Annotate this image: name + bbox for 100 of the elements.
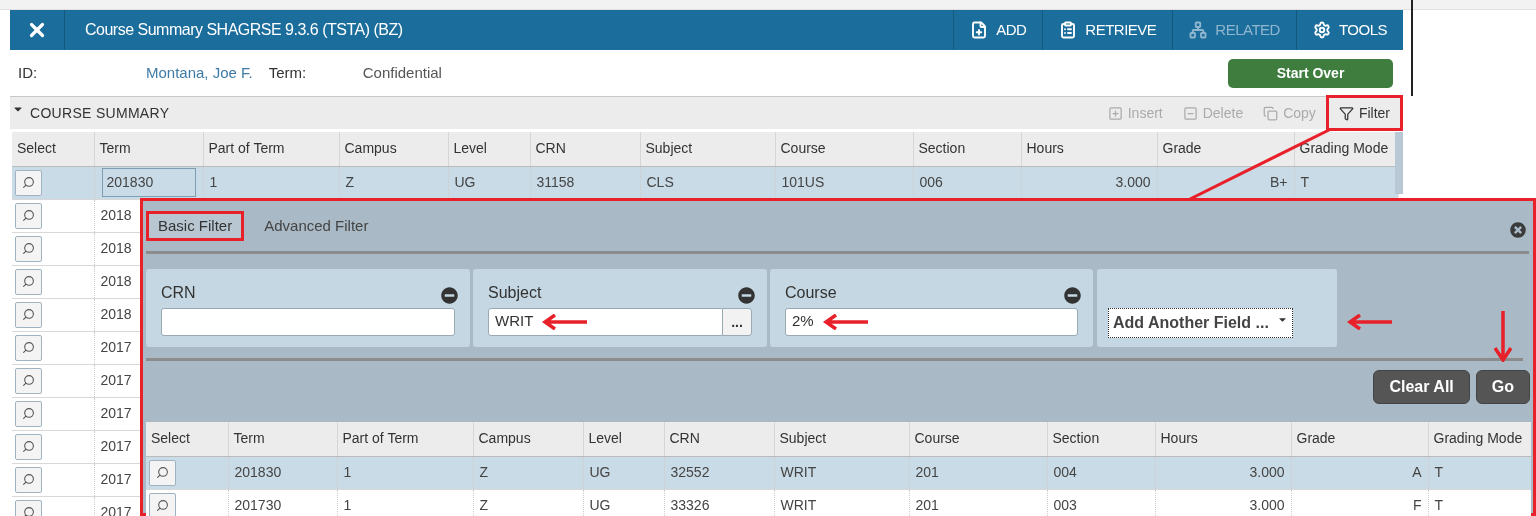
search-button[interactable]	[15, 301, 42, 328]
search-button[interactable]	[15, 202, 42, 229]
table-cell: 101US	[781, 174, 825, 190]
filter-action-button[interactable]: Go	[1475, 370, 1530, 404]
copy-icon	[1263, 105, 1279, 121]
column-header[interactable]: Subject	[774, 422, 909, 456]
section-action-button[interactable]: Filter	[1325, 95, 1403, 131]
table-cell: 003	[1053, 497, 1077, 513]
field-value: 2%	[792, 311, 814, 332]
table-cell: 33326	[670, 497, 710, 513]
table-cell: 201830	[234, 464, 282, 480]
search-icon	[22, 473, 35, 486]
table-cell: 3.000	[1115, 174, 1151, 190]
search-button[interactable]	[15, 367, 42, 394]
table-cell: Z	[479, 497, 489, 513]
start-over-button[interactable]: Start Over	[1228, 58, 1393, 88]
toolbar-button[interactable]: RETRIEVE	[1042, 10, 1173, 50]
table-cell: 2018	[100, 306, 132, 322]
field-value: WRIT	[495, 311, 534, 332]
close-icon[interactable]	[1510, 222, 1526, 238]
column-header[interactable]: CRN	[530, 132, 640, 166]
column-header[interactable]: Section	[1047, 422, 1155, 456]
column-header[interactable]: Level	[583, 422, 664, 456]
table-cell: WRIT	[780, 464, 817, 480]
filter-tab[interactable]: Basic Filter	[146, 211, 245, 241]
filter-tab[interactable]: Advanced Filter	[252, 211, 381, 241]
search-button[interactable]	[15, 433, 42, 460]
column-header[interactable]: Part of Term	[203, 132, 339, 166]
search-button[interactable]	[15, 169, 42, 196]
minus-square-icon	[1182, 105, 1198, 121]
table-cell: 1	[343, 464, 352, 480]
remove-field-icon[interactable]	[738, 287, 755, 304]
remove-field-icon[interactable]	[1064, 287, 1081, 304]
search-button[interactable]	[15, 268, 42, 295]
scrollbar[interactable]	[1394, 132, 1403, 194]
remove-field-icon[interactable]	[441, 287, 458, 304]
filter-input[interactable]: 2%	[785, 307, 1078, 336]
toolbar-button[interactable]: ADD	[953, 10, 1043, 50]
search-button[interactable]	[149, 492, 176, 516]
column-header[interactable]: Select	[146, 422, 228, 456]
column-header[interactable]: Grade	[1291, 422, 1428, 456]
add-field-dropdown[interactable]: Add Another Field ...	[1108, 307, 1293, 338]
table-cell: 32552	[670, 464, 710, 480]
table-cell: UG	[454, 174, 476, 190]
search-button[interactable]	[15, 400, 42, 427]
table-cell: 31158	[536, 174, 575, 190]
column-header[interactable]: Level	[448, 132, 530, 166]
search-button[interactable]	[15, 466, 42, 493]
search-icon	[22, 209, 35, 222]
search-icon	[22, 308, 35, 321]
field-label: Course	[785, 282, 837, 303]
table-cell: 201	[915, 497, 939, 513]
search-icon	[22, 176, 35, 189]
table-cell: 006	[919, 174, 943, 190]
table-cell: 201	[915, 464, 939, 480]
student-name-link[interactable]: Montana, Joe F.	[146, 61, 253, 85]
table-cell: T	[1434, 464, 1444, 480]
search-button[interactable]	[149, 459, 176, 486]
table-cell: 1	[343, 497, 352, 513]
table-cell: UG	[589, 464, 611, 480]
column-header[interactable]: Part of Term	[337, 422, 473, 456]
table-cell: 2017	[100, 405, 132, 421]
table-cell: A	[1412, 464, 1422, 480]
table-cell: F	[1412, 497, 1422, 513]
column-header[interactable]: Course	[909, 422, 1047, 456]
column-header[interactable]: Hours	[1021, 132, 1157, 166]
search-button[interactable]	[15, 334, 42, 361]
filter-action-button[interactable]: Clear All	[1373, 370, 1470, 404]
column-header[interactable]: Select	[12, 132, 94, 166]
plus-square-icon	[1107, 105, 1123, 121]
search-icon	[22, 407, 35, 420]
term-field[interactable]: 201830	[101, 168, 196, 197]
filter-input[interactable]	[161, 307, 455, 336]
window-title: Course Summary SHAGRSE 9.3.6 (TSTA) (BZ)	[85, 20, 404, 40]
column-header[interactable]: Grade	[1157, 132, 1294, 166]
toolbar-button[interactable]: TOOLS	[1295, 10, 1403, 50]
lookup-button[interactable]: ...	[722, 307, 752, 336]
section-title: COURSE SUMMARY	[30, 103, 170, 123]
file-plus-icon	[970, 21, 989, 39]
column-header[interactable]: Campus	[339, 132, 448, 166]
column-header[interactable]: Hours	[1155, 422, 1291, 456]
column-header[interactable]: Term	[228, 422, 337, 456]
column-header[interactable]: Term	[94, 132, 203, 166]
filter-input[interactable]: WRIT	[488, 307, 724, 336]
column-header[interactable]: CRN	[664, 422, 774, 456]
search-icon	[22, 506, 35, 516]
search-button[interactable]	[15, 235, 42, 262]
table-cell: 2017	[100, 471, 132, 487]
search-icon	[22, 374, 35, 387]
column-header[interactable]: Campus	[473, 422, 583, 456]
filter-icon	[1338, 105, 1354, 121]
column-header[interactable]: Section	[913, 132, 1021, 166]
column-header[interactable]: Subject	[640, 132, 775, 166]
column-header[interactable]: Grading Mode	[1428, 422, 1531, 456]
field-label: Subject	[488, 282, 542, 303]
table-cell: 2017	[100, 372, 132, 388]
table-cell: 2017	[100, 339, 132, 355]
search-icon	[22, 341, 35, 354]
table-cell: T	[1300, 174, 1310, 190]
column-header[interactable]: Course	[775, 132, 913, 166]
